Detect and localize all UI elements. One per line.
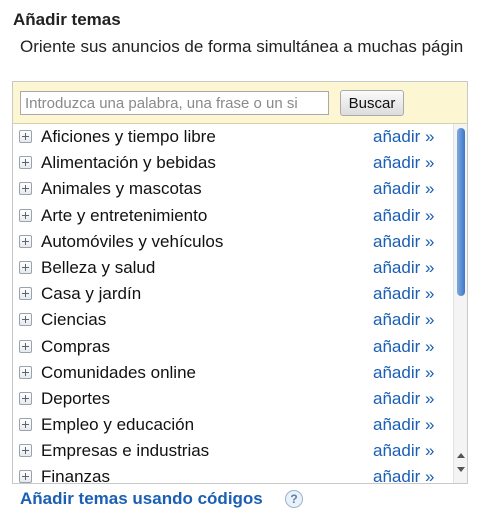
expand-plus-icon[interactable]: [19, 418, 32, 432]
expand-plus-icon[interactable]: [19, 260, 32, 274]
expand-plus-icon[interactable]: [19, 391, 32, 405]
topic-label: Empresas e industrias: [41, 441, 210, 461]
topics-panel: Buscar Aficiones y tiempo libre añadir »…: [12, 81, 468, 484]
add-topic-link[interactable]: añadir »: [373, 337, 434, 357]
add-topic-link[interactable]: añadir »: [373, 284, 434, 304]
page-subtitle: Oriente sus anuncios de forma simultánea…: [20, 37, 464, 56]
list-item: Aficiones y tiempo libre añadir »: [13, 124, 453, 150]
expand-plus-icon[interactable]: [19, 444, 32, 458]
topic-label: Alimentación y bebidas: [41, 153, 216, 173]
add-topic-link[interactable]: añadir »: [373, 441, 434, 461]
topic-label: Automóviles y vehículos: [41, 231, 224, 251]
add-topic-link[interactable]: añadir »: [373, 310, 434, 330]
scroll-down-arrow-icon[interactable]: [457, 467, 465, 472]
expand-plus-icon[interactable]: [19, 470, 32, 483]
add-topic-link[interactable]: añadir »: [373, 206, 434, 226]
topic-label: Ciencias: [41, 310, 107, 330]
search-input[interactable]: [20, 91, 329, 115]
help-icon[interactable]: ?: [285, 490, 303, 508]
list-item: Empleo y educación añadir »: [13, 412, 453, 438]
list-item: Alimentación y bebidas añadir »: [13, 150, 453, 176]
topic-label: Deportes: [41, 388, 110, 408]
topic-label: Empleo y educación: [41, 415, 195, 435]
list-item: Belleza y salud añadir »: [13, 255, 453, 281]
topic-label: Comunidades online: [41, 362, 196, 382]
list-item: Compras añadir »: [13, 334, 453, 360]
expand-plus-icon[interactable]: [19, 208, 32, 222]
topic-label: Compras: [41, 336, 110, 356]
expand-plus-icon[interactable]: [19, 234, 32, 248]
list-item: Empresas e industrias añadir »: [13, 438, 453, 464]
add-topic-link[interactable]: añadir »: [373, 363, 434, 383]
add-topic-link[interactable]: añadir »: [373, 127, 434, 147]
list-item: Ciencias añadir »: [13, 307, 453, 333]
topic-label: Finanzas: [41, 467, 110, 483]
topic-label: Belleza y salud: [41, 257, 156, 277]
search-bar: Buscar: [13, 82, 467, 124]
add-topic-link[interactable]: añadir »: [373, 179, 434, 199]
list-item: Casa y jardín añadir »: [13, 281, 453, 307]
add-topic-link[interactable]: añadir »: [373, 153, 434, 173]
page-title: Añadir temas: [13, 10, 121, 29]
topic-label: Animales y mascotas: [41, 179, 202, 199]
vertical-scrollbar[interactable]: [453, 124, 467, 483]
list-item: Animales y mascotas añadir »: [13, 176, 453, 202]
expand-plus-icon[interactable]: [19, 313, 32, 327]
list-item: Comunidades online añadir »: [13, 360, 453, 386]
expand-plus-icon[interactable]: [19, 287, 32, 301]
add-topic-link[interactable]: añadir »: [373, 232, 434, 252]
expand-plus-icon[interactable]: [19, 156, 32, 170]
topic-label: Casa y jardín: [41, 284, 142, 304]
add-topic-link[interactable]: añadir »: [373, 467, 434, 483]
topic-list: Aficiones y tiempo libre añadir » Alimen…: [13, 124, 453, 483]
list-item: Automóviles y vehículos añadir »: [13, 229, 453, 255]
expand-plus-icon[interactable]: [19, 130, 32, 143]
topic-label: Arte y entretenimiento: [41, 205, 208, 225]
search-button[interactable]: Buscar: [340, 90, 404, 116]
scroll-thumb[interactable]: [457, 128, 465, 296]
list-item: Arte y entretenimiento añadir »: [13, 203, 453, 229]
topic-label: Aficiones y tiempo libre: [41, 127, 216, 146]
add-topic-link[interactable]: añadir »: [373, 258, 434, 278]
expand-plus-icon[interactable]: [19, 365, 32, 379]
add-topics-by-code-link[interactable]: Añadir temas usando códigos: [20, 489, 263, 509]
scroll-up-arrow-icon[interactable]: [457, 453, 465, 458]
add-topic-link[interactable]: añadir »: [373, 389, 434, 409]
list-item: Deportes añadir »: [13, 386, 453, 412]
add-topic-link[interactable]: añadir »: [373, 415, 434, 435]
list-item: Finanzas añadir »: [13, 464, 453, 483]
expand-plus-icon[interactable]: [19, 339, 32, 353]
expand-plus-icon[interactable]: [19, 182, 32, 196]
